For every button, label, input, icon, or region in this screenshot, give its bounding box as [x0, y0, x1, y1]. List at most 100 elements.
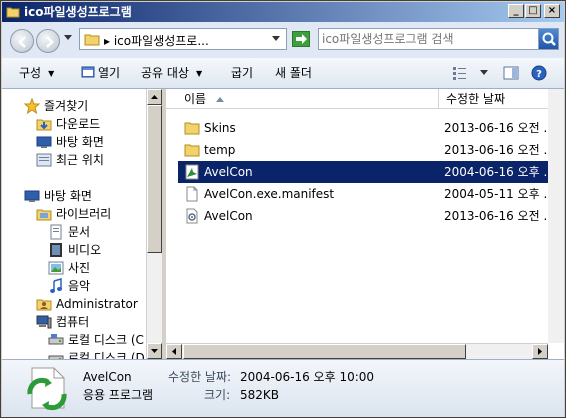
address-bar[interactable]: ▸ ico파일생성프로... — [79, 28, 287, 50]
open-button[interactable]: 열기 — [81, 65, 120, 81]
nav-label: 컴퓨터 — [56, 315, 90, 329]
nav-item-favorites[interactable]: 즐겨찾기 — [24, 98, 88, 116]
nav-item-videos[interactable]: 비디오 — [48, 242, 101, 260]
file-row[interactable]: AvelCon.exe.manifest 2004-05-11 오후 ... — [178, 183, 564, 205]
settings-file-icon — [186, 208, 198, 224]
chevron-down-icon[interactable] — [272, 36, 280, 42]
address-row: ▸ ico파일생성프로... — [2, 22, 564, 58]
new-folder-button[interactable]: 새 폴더 — [275, 65, 312, 81]
desktop-icon — [24, 190, 40, 202]
command-bar: 구성 ▼ 열기 공유 대상 ▼ 굽기 새 폴더 ? — [2, 58, 564, 89]
organize-button[interactable]: 구성 ▼ — [19, 65, 54, 82]
file-row-selected[interactable]: AvelCon 2004-06-16 오후 ... — [178, 161, 564, 183]
scroll-right-arrow[interactable] — [532, 344, 548, 359]
scroll-up-arrow[interactable] — [147, 89, 162, 105]
column-name[interactable]: 이름 — [184, 92, 224, 106]
file-list: 이름 수정한 날짜 Skins 2013-06-16 오전 ... temp 2… — [166, 89, 564, 359]
file-list-vertical-scrollbar[interactable] — [548, 89, 564, 343]
file-list-horizontal-scrollbar[interactable] — [166, 343, 548, 359]
folder-icon — [84, 34, 100, 46]
window-title: ico파일생성프로그램 — [24, 5, 132, 19]
maximize-button[interactable]: □ — [525, 4, 541, 18]
nav-label: 사진 — [68, 261, 91, 275]
file-date: 2004-06-16 오후 ... — [444, 165, 555, 179]
nav-item-documents[interactable]: 문서 — [48, 224, 90, 242]
minimize-button[interactable]: _ — [508, 4, 524, 18]
search-icon — [542, 32, 556, 46]
file-row[interactable]: Skins 2013-06-16 오전 ... — [178, 117, 564, 139]
chevron-down-icon[interactable] — [480, 70, 488, 76]
share-with-label: 공유 대상 — [141, 66, 189, 80]
nav-item-administrator[interactable]: Administrator — [36, 296, 138, 314]
user-folder-icon — [36, 299, 52, 311]
nav-item-downloads[interactable]: 다운로드 — [36, 116, 100, 134]
downloads-folder-icon — [36, 119, 52, 131]
chevron-up-icon — [151, 95, 158, 99]
details-size-label: 크기: — [204, 388, 231, 402]
nav-label: 즐겨찾기 — [44, 99, 89, 113]
computer-icon — [36, 315, 52, 329]
refresh-button[interactable] — [292, 31, 310, 47]
refresh-icon — [296, 34, 307, 44]
nav-label: 최근 위치 — [56, 153, 104, 167]
nav-item-pictures[interactable]: 사진 — [48, 260, 90, 278]
scroll-thumb[interactable] — [183, 344, 466, 359]
recent-places-icon — [36, 153, 52, 167]
svg-text:?: ? — [536, 69, 542, 80]
search-box[interactable] — [318, 28, 559, 50]
sort-ascending-icon — [215, 97, 224, 102]
burn-button[interactable]: 굽기 — [231, 65, 253, 81]
nav-label: 바탕 화면 — [44, 189, 92, 203]
nav-item-desktop-favorite[interactable]: 바탕 화면 — [36, 134, 104, 152]
column-divider[interactable] — [438, 89, 439, 109]
title-bar[interactable]: ico파일생성프로그램 _ □ × — [2, 2, 564, 22]
scroll-thumb[interactable] — [147, 105, 162, 253]
libraries-icon — [36, 209, 52, 221]
column-date-modified[interactable]: 수정한 날짜 — [446, 92, 505, 106]
scroll-left-arrow[interactable] — [166, 344, 182, 359]
recent-pages-dropdown[interactable] — [64, 35, 72, 41]
arrow-left-icon — [18, 36, 26, 48]
documents-icon — [50, 224, 62, 240]
file-name: temp — [204, 143, 236, 157]
nav-item-recent-places[interactable]: 최근 위치 — [36, 152, 104, 170]
application-icon — [81, 66, 95, 78]
back-button[interactable] — [10, 29, 34, 53]
details-file-name: AvelCon — [83, 370, 132, 384]
nav-label: 바탕 화면 — [56, 135, 104, 149]
file-row[interactable]: AvelCon 2013-06-16 오전 ... — [178, 205, 564, 227]
burn-label: 굽기 — [231, 66, 254, 80]
scroll-down-arrow[interactable] — [147, 343, 162, 359]
share-with-button[interactable]: 공유 대상 ▼ — [141, 65, 202, 82]
desktop-icon — [36, 136, 52, 148]
file-row[interactable]: temp 2013-06-16 오전 ... — [178, 139, 564, 161]
nav-item-desktop[interactable]: 바탕 화면 — [24, 188, 92, 206]
nav-item-local-disk-c[interactable]: 로컬 디스크 (C — [48, 332, 144, 350]
forward-button[interactable] — [36, 29, 60, 53]
file-icon — [186, 186, 198, 202]
drive-icon — [48, 334, 64, 345]
explorer-window: ico파일생성프로그램 _ □ × ▸ ico파일생성프로... ico파일생성… — [0, 0, 566, 418]
search-input[interactable] — [322, 31, 537, 47]
nav-label: 로컬 디스크 (C — [68, 333, 144, 347]
star-icon — [24, 98, 40, 114]
file-name: AvelCon — [204, 209, 253, 223]
close-button[interactable]: × — [544, 4, 560, 18]
details-file-type: 응용 프로그램 — [83, 388, 154, 402]
music-icon — [50, 278, 62, 293]
nav-item-local-disk-d[interactable]: 로컬 디스크 (D — [48, 350, 145, 359]
navigation-pane: 즐겨찾기 다운로드 바탕 화면 최근 위치 바탕 화면 라이브러리 문서 비디오… — [2, 89, 162, 359]
navigation-scrollbar[interactable] — [146, 89, 162, 359]
chevron-down-icon: ▼ — [48, 68, 55, 78]
nav-label: 라이브러리 — [56, 207, 112, 221]
nav-item-libraries[interactable]: 라이브러리 — [36, 206, 111, 224]
search-button[interactable] — [538, 29, 558, 49]
help-icon[interactable]: ? — [531, 65, 547, 81]
nav-label: 문서 — [68, 225, 91, 239]
nav-label: Administrator — [56, 297, 138, 311]
change-view-icon[interactable] — [452, 65, 468, 81]
nav-item-computer[interactable]: 컴퓨터 — [36, 314, 89, 332]
new-folder-label: 새 폴더 — [275, 66, 312, 80]
nav-item-music[interactable]: 음악 — [48, 278, 90, 296]
preview-pane-icon[interactable] — [503, 65, 519, 81]
